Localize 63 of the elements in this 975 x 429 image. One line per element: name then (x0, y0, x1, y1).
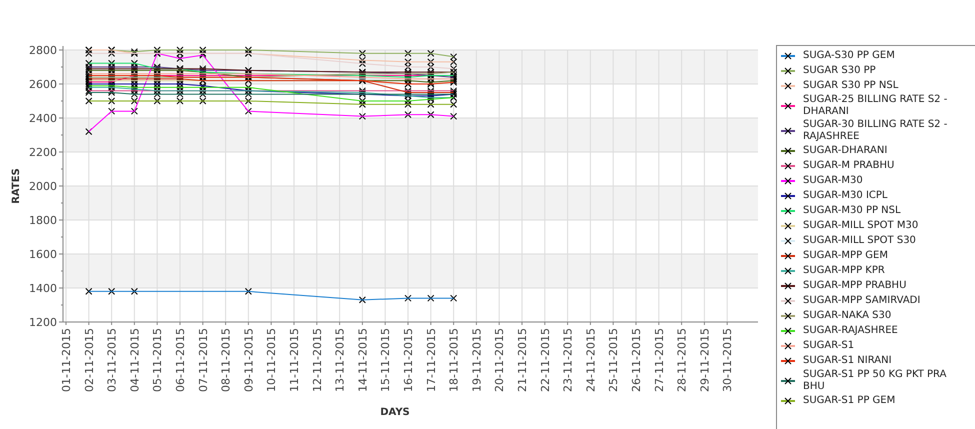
legend-label: SUGAR-MPP SAMIRVADI (803, 294, 922, 306)
x-tick-label: 22-11-2015 (538, 328, 552, 392)
legend-label: SUGAR-M30 PP NSL (803, 204, 902, 216)
y-tick-label: 2600 (29, 78, 57, 91)
x-tick-label: 25-11-2015 (607, 328, 620, 392)
x-tick-label: 06-11-2015 (174, 328, 187, 392)
legend-label: SUGAR-NAKA S30 (803, 310, 892, 322)
x-tick-label: 09-11-2015 (242, 328, 256, 392)
x-tick-label: 10-11-2015 (265, 328, 278, 392)
y-tick-label: 1400 (29, 282, 57, 295)
y-tick-label: 2800 (29, 44, 57, 57)
legend-label: SUGAR-30 BILLING RATE S2 -RAJASHREE (803, 118, 948, 142)
x-tick-label: 26-11-2015 (630, 328, 643, 392)
legend-label: SUGAR-M30 (803, 174, 864, 186)
legend-label: SUGAR-25 BILLING RATE S2 -DHARANI (803, 94, 948, 118)
x-tick-label: 24-11-2015 (584, 328, 598, 392)
x-tick-label: 01-11-2015 (60, 328, 73, 392)
legend-label: SUGAR-MPP KPR (803, 264, 886, 276)
x-tick-label: 04-11-2015 (128, 328, 142, 392)
x-tick-label: 19-11-2015 (470, 328, 484, 392)
legend-label: SUGAR-MPP PRABHU (803, 280, 908, 292)
x-tick-label: 14-11-2015 (356, 328, 370, 392)
legend-label: SUGAR-M PRABHU (803, 160, 896, 172)
x-tick-label: 17-11-2015 (424, 328, 438, 392)
y-tick-label: 1600 (29, 248, 57, 261)
legend-label: SUGAR-MILL SPOT S30 (803, 234, 917, 246)
x-tick-label: 11-11-2015 (288, 328, 301, 392)
x-tick-label: 05-11-2015 (151, 328, 164, 392)
y-tick-label: 2400 (29, 112, 57, 125)
legend-label: SUGAR S30 PP NSL (803, 80, 900, 92)
x-tick-label: 07-11-2015 (196, 328, 210, 392)
x-axis-title: DAYS (380, 407, 410, 418)
x-tick-label: 02-11-2015 (82, 328, 96, 392)
x-tick-label: 28-11-2015 (676, 328, 689, 392)
y-tick-label: 2200 (29, 146, 57, 159)
x-tick-label: 12-11-2015 (310, 328, 324, 392)
y-tick-label: 1800 (29, 214, 57, 227)
x-tick-label: 23-11-2015 (562, 328, 575, 392)
legend-label: SUGAR S30 PP (803, 64, 877, 76)
legend-label: SUGA-S30 PP GEM (803, 50, 896, 62)
y-axis-title: RATES (11, 168, 22, 204)
x-tick-label: 16-11-2015 (402, 328, 415, 392)
x-tick-label: 20-11-2015 (493, 328, 506, 392)
legend-label: SUGAR-S1 PP GEM (803, 394, 896, 406)
legend-label: SUGAR-MILL SPOT M30 (803, 220, 920, 232)
x-tick-label: 29-11-2015 (698, 328, 712, 392)
legend-label: SUGAR-MPP GEM (803, 250, 889, 262)
x-tick-label: 30-11-2015 (721, 328, 734, 392)
x-tick-label: 13-11-2015 (334, 328, 347, 392)
x-tick-label: 08-11-2015 (220, 328, 233, 392)
x-tick-label: 15-11-2015 (379, 328, 392, 392)
y-tick-label: 2000 (29, 180, 57, 193)
legend-label: SUGAR-M30 ICPL (803, 190, 888, 202)
legend-label: SUGAR-S1 NIRANI (803, 354, 893, 366)
legend-label: SUGAR-S1 PP 50 KG PKT PRA BHU (803, 368, 948, 392)
legend-label: SUGAR-S1 (803, 340, 856, 352)
y-tick-label: 1200 (29, 316, 57, 329)
x-tick-label: 03-11-2015 (106, 328, 119, 392)
x-tick-label: 27-11-2015 (652, 328, 666, 392)
x-tick-label: 21-11-2015 (516, 328, 529, 392)
legend-label: SUGAR-DHARANI (803, 144, 888, 156)
x-tick-label: 18-11-2015 (448, 328, 461, 392)
legend-label: SUGAR-RAJASHREE (803, 324, 899, 336)
